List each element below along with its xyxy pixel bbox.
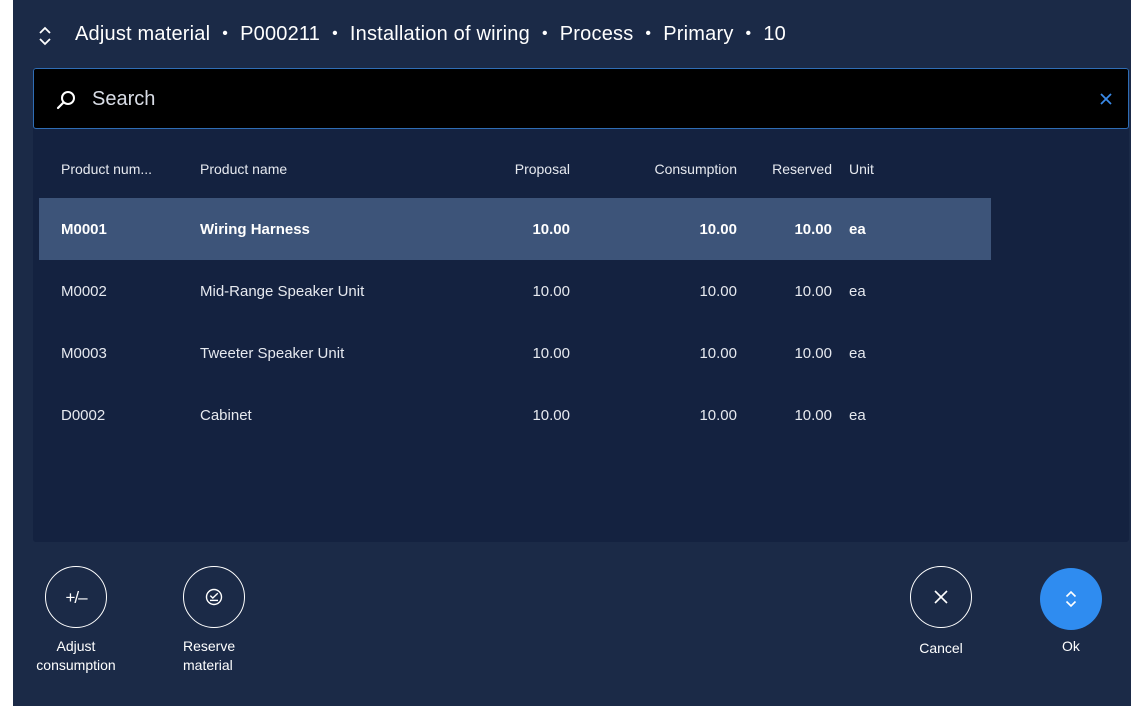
reserved-cell: 10.00 [794, 282, 832, 300]
title-segment-operation-number: 10 [763, 23, 786, 45]
search-icon [56, 90, 76, 110]
consumption-cell: 10.00 [699, 282, 737, 300]
plus-minus-glyph: +/– [65, 587, 87, 607]
title-segment-operation: Installation of wiring [349, 23, 530, 45]
consumption-cell: 10.00 [699, 406, 737, 424]
reserve-material-label-line2: material [183, 657, 233, 673]
consumption-cell: 10.00 [699, 220, 737, 238]
cancel-label: Cancel [919, 640, 963, 656]
column-header-proposal[interactable]: Proposal [469, 140, 570, 198]
reserve-icon [183, 566, 245, 628]
ok-button[interactable]: Ok [1031, 568, 1111, 656]
title-separator: • [222, 25, 229, 42]
title-segment-production-order: P000211 [240, 23, 321, 45]
proposal-cell: 10.00 [532, 282, 570, 300]
reserved-cell: 10.00 [794, 406, 832, 424]
proposal-cell: 10.00 [532, 344, 570, 362]
column-header-unit[interactable]: Unit [849, 140, 909, 198]
unit-cell: ea [849, 344, 866, 362]
search-input[interactable] [90, 83, 1070, 115]
header: Adjust material • P000211 • Installation of … [13, 0, 1131, 72]
title-segment-type: Process [559, 23, 634, 45]
title-separator: • [332, 25, 338, 42]
product-number-cell: D0002 [61, 406, 106, 424]
close-icon [910, 566, 972, 628]
proposal-cell: 10.00 [532, 220, 570, 238]
adjust-consumption-label-line1: Adjust [56, 638, 96, 654]
table-row[interactable]: M0001 Wiring Harness 10.00 10.00 10.00 e… [39, 198, 991, 260]
unit-cell: ea [849, 406, 866, 424]
unit-cell: ea [849, 282, 866, 300]
title-separator: • [745, 25, 752, 42]
proposal-cell: 10.00 [532, 406, 570, 424]
reserve-material-label: Reserve material [173, 637, 255, 675]
chevron-up-down-icon [1040, 568, 1102, 630]
table-header: Product num... Product name Proposal Con… [39, 140, 991, 198]
plus-minus-icon: +/– [45, 566, 107, 628]
material-table: Product num... Product name Proposal Con… [39, 140, 991, 446]
column-header-consumption[interactable]: Consumption [599, 140, 738, 198]
product-name-cell: Mid-Range Speaker Unit [200, 282, 365, 300]
title-segment-action: Adjust material [75, 23, 211, 45]
column-header-product-number[interactable]: Product num... [61, 140, 191, 198]
product-name-cell: Tweeter Speaker Unit [200, 344, 345, 362]
material-list-panel: Product num... Product name Proposal Con… [33, 68, 1129, 542]
reserved-cell: 10.00 [794, 220, 832, 238]
chevron-up-down-icon[interactable] [37, 24, 53, 48]
reserve-material-button[interactable]: Reserve material [173, 566, 255, 675]
page-title: Adjust material • P000211 • Installation of … [75, 23, 786, 46]
column-header-reserved[interactable]: Reserved [739, 140, 832, 198]
product-number-cell: M0002 [61, 282, 107, 300]
product-number-cell: M0003 [61, 344, 107, 362]
search-bar [33, 68, 1129, 129]
adjust-material-dialog: Adjust material • P000211 • Installation of … [13, 0, 1131, 706]
ok-label: Ok [1062, 638, 1080, 654]
title-separator: • [541, 25, 548, 42]
reserved-cell: 10.00 [794, 344, 832, 362]
adjust-consumption-button[interactable]: +/– Adjust consumption [25, 566, 127, 675]
table-row[interactable]: M0003 Tweeter Speaker Unit 10.00 10.00 1… [39, 322, 991, 384]
cancel-button[interactable]: Cancel [899, 566, 983, 658]
title-segment-priority: Primary [663, 23, 734, 45]
table-row[interactable]: D0002 Cabinet 10.00 10.00 10.00 ea [39, 384, 991, 446]
product-name-cell: Cabinet [200, 406, 252, 424]
product-name-cell: Wiring Harness [200, 220, 310, 238]
adjust-consumption-label-line2: consumption [36, 657, 116, 673]
table-row[interactable]: M0002 Mid-Range Speaker Unit 10.00 10.00… [39, 260, 991, 322]
column-header-product-name[interactable]: Product name [200, 140, 470, 198]
product-number-cell: M0001 [61, 220, 107, 238]
unit-cell: ea [849, 220, 866, 238]
close-icon[interactable] [1098, 91, 1114, 107]
adjust-consumption-label: Adjust consumption [25, 637, 127, 675]
reserve-material-label-line1: Reserve [183, 638, 236, 654]
consumption-cell: 10.00 [699, 344, 737, 362]
title-separator: • [645, 25, 652, 42]
